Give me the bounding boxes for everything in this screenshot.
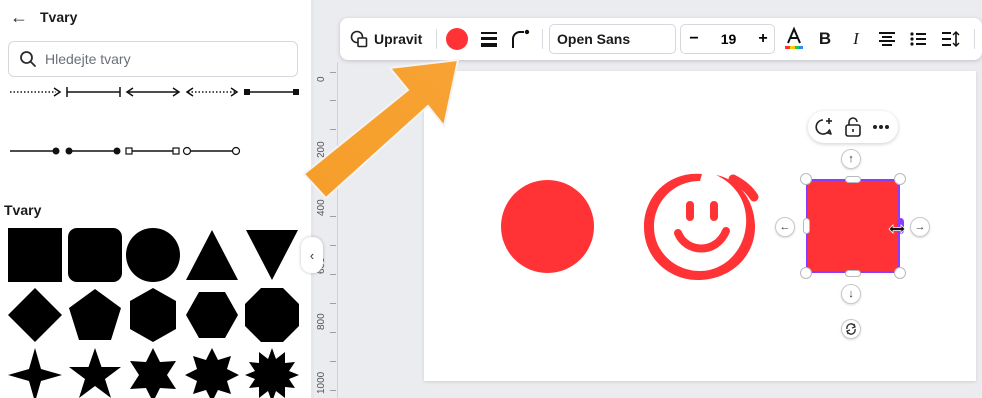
rotate-handle[interactable]: [841, 319, 861, 339]
resize-corner-top-right[interactable]: [894, 173, 906, 185]
color-swatch: [446, 28, 468, 50]
shape-diamond[interactable]: [8, 288, 62, 342]
text-color-icon: [785, 27, 803, 49]
border-style-icon: [481, 32, 497, 47]
spacing-button[interactable]: [938, 18, 964, 60]
resize-bottom-handle[interactable]: [845, 270, 861, 277]
line-dot-ends[interactable]: [65, 147, 121, 155]
selected-red-square[interactable]: [806, 179, 900, 273]
shape-star-8[interactable]: [185, 348, 239, 398]
line-styles-row-2: [10, 146, 241, 156]
bullet-list-icon: [910, 32, 926, 46]
line-styles-row-1: [10, 87, 299, 97]
ruler-label: 1000: [316, 371, 327, 394]
text-color-button[interactable]: [781, 18, 807, 60]
rotate-icon: [846, 323, 856, 335]
app-root: ← Tvary Hledejte tvary Tvary 0 200 400 8…: [0, 0, 982, 398]
move-up-handle[interactable]: ↑: [841, 149, 861, 169]
ruler-tick: [330, 361, 336, 362]
shape-star-5[interactable]: [68, 348, 122, 398]
corner-rounding-icon: [512, 29, 530, 48]
font-size-increase[interactable]: +: [752, 25, 774, 53]
shape-pentagon[interactable]: [68, 288, 122, 342]
ruler-tick: [330, 245, 336, 246]
toolbar-separator: [974, 29, 975, 49]
line-hollow-circle-ends[interactable]: [182, 146, 241, 156]
shape-triangle-down[interactable]: [245, 228, 299, 282]
ruler-tick: [330, 303, 336, 304]
move-down-handle[interactable]: ↓: [841, 284, 861, 304]
panel-header: ← Tvary: [10, 8, 77, 26]
resize-corner-top-left[interactable]: [800, 173, 812, 185]
resize-corner-bottom-left[interactable]: [800, 267, 812, 279]
align-center-button[interactable]: [874, 18, 900, 60]
red-circle-shape[interactable]: [500, 179, 595, 274]
shape-rounded-square[interactable]: [68, 228, 122, 282]
border-style-button[interactable]: [476, 18, 502, 60]
shape-circle[interactable]: [126, 228, 180, 282]
italic-icon: I: [853, 29, 859, 48]
panel-title: Tvary: [40, 9, 78, 25]
annotation-arrow: [302, 58, 460, 200]
shape-star-6[interactable]: [126, 348, 180, 398]
corner-rounding-button[interactable]: [506, 18, 534, 60]
font-size-decrease[interactable]: −: [683, 25, 705, 53]
ruler-label: 800: [316, 313, 327, 330]
shape-triangle[interactable]: [185, 228, 239, 282]
move-right-handle[interactable]: →: [910, 217, 930, 237]
search-icon: [20, 51, 36, 67]
list-button[interactable]: [905, 18, 931, 60]
resize-top-handle[interactable]: [845, 176, 861, 183]
shape-square[interactable]: [8, 228, 62, 282]
more-options-icon[interactable]: [871, 117, 891, 137]
line-dotted-double-arrow[interactable]: [185, 87, 239, 97]
line-double-arrow[interactable]: [125, 87, 181, 97]
ruler-tick: [330, 216, 336, 217]
bold-icon: B: [818, 29, 832, 48]
lock-icon[interactable]: [843, 116, 863, 138]
line-bar-ends[interactable]: [66, 87, 121, 97]
shape-octagon[interactable]: [245, 288, 299, 342]
ruler-tick: [330, 332, 336, 333]
line-dotted-arrow[interactable]: [10, 87, 62, 97]
toolbar-separator: [436, 29, 437, 49]
shape-hexagon-flat[interactable]: [185, 288, 239, 342]
shape-star-12[interactable]: [245, 348, 299, 398]
ruler-tick: [330, 390, 336, 391]
line-spacing-icon: [942, 31, 960, 47]
resize-cursor-icon: [888, 224, 906, 234]
shape-search-box[interactable]: [8, 41, 298, 77]
line-hollow-square-ends[interactable]: [125, 147, 180, 155]
line-square-ends[interactable]: [244, 89, 299, 95]
font-family-dropdown[interactable]: Open Sans: [549, 24, 676, 54]
element-context-bar: [808, 111, 898, 143]
shape-hexagon[interactable]: [126, 288, 180, 342]
edit-shape-icon: [350, 30, 368, 48]
smiley-face-graphic[interactable]: [638, 167, 762, 287]
move-left-handle[interactable]: ←: [775, 217, 795, 237]
ruler-tick: [330, 274, 336, 275]
align-center-icon: [879, 32, 895, 46]
shapes-section-heading: Tvary: [4, 202, 42, 218]
edit-button-label: Upravit: [374, 31, 423, 47]
italic-button[interactable]: I: [843, 18, 869, 60]
search-input[interactable]: [45, 51, 275, 67]
chevron-left-icon: ‹: [309, 247, 315, 263]
font-size-control: − 19 +: [680, 24, 775, 54]
shapes-panel: ← Tvary Hledejte tvary Tvary: [0, 0, 311, 398]
shape-star-4[interactable]: [8, 348, 62, 398]
line-dot-end[interactable]: [10, 147, 60, 155]
back-arrow-icon[interactable]: ←: [10, 8, 28, 26]
font-size-value[interactable]: 19: [711, 25, 746, 53]
toolbar-separator: [542, 29, 543, 49]
add-comment-icon[interactable]: [814, 117, 834, 137]
bold-button[interactable]: B: [812, 18, 838, 60]
resize-left-handle[interactable]: [803, 218, 810, 234]
resize-corner-bottom-right[interactable]: [894, 267, 906, 279]
collapse-panel-button[interactable]: ‹: [301, 237, 323, 273]
